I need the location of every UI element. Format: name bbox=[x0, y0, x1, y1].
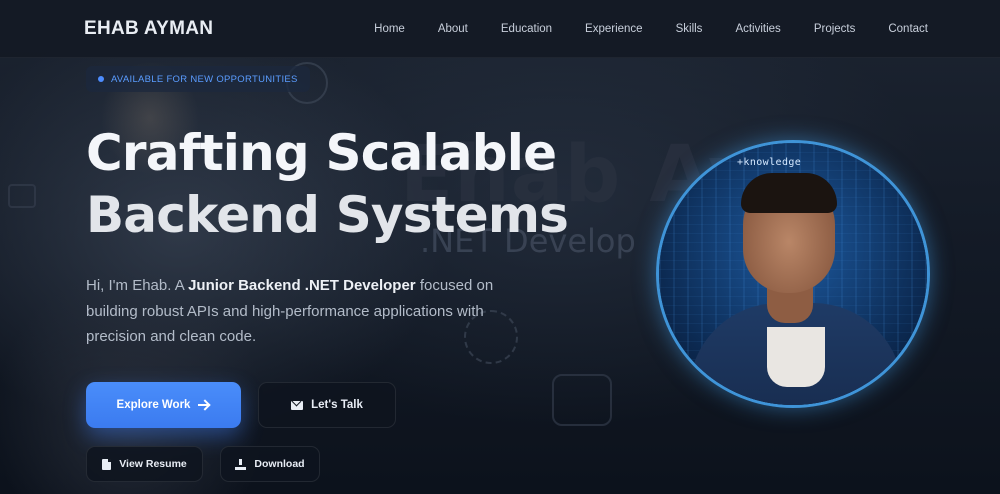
avatar-code-text: +knowledge bbox=[737, 157, 802, 168]
hero-intro-role: Junior Backend .NET Developer bbox=[188, 277, 416, 294]
file-icon bbox=[102, 458, 112, 470]
hero-headline-line1: Crafting Scalable bbox=[86, 124, 557, 182]
download-label: Download bbox=[254, 458, 305, 470]
hero-intro: Hi, I'm Ehab. A Junior Backend .NET Deve… bbox=[86, 273, 506, 350]
explore-work-label: Explore Work bbox=[116, 399, 191, 411]
brand-logo[interactable]: EHAB AYMAN bbox=[84, 18, 213, 40]
explore-work-button[interactable]: Explore Work bbox=[86, 382, 241, 428]
nav-link-contact[interactable]: Contact bbox=[888, 23, 928, 35]
hero-headline: Crafting Scalable Backend Systems bbox=[86, 122, 646, 246]
nav-link-skills[interactable]: Skills bbox=[676, 23, 703, 35]
nav-link-experience[interactable]: Experience bbox=[585, 23, 643, 35]
mail-icon bbox=[291, 400, 304, 410]
nav-link-about[interactable]: About bbox=[438, 23, 468, 35]
profile-avatar: +knowledge bbox=[656, 140, 930, 408]
availability-badge-label: AVAILABLE FOR NEW OPPORTUNITIES bbox=[111, 73, 298, 85]
hero-headline-line2: Backend Systems bbox=[86, 186, 569, 244]
availability-badge: AVAILABLE FOR NEW OPPORTUNITIES bbox=[86, 66, 310, 92]
lets-talk-button[interactable]: Let's Talk bbox=[258, 382, 396, 428]
top-navbar: EHAB AYMAN Home About Education Experien… bbox=[0, 0, 1000, 58]
avatar-shirt bbox=[767, 327, 825, 387]
arrow-right-icon bbox=[198, 400, 210, 410]
view-resume-label: View Resume bbox=[119, 458, 187, 470]
view-resume-button[interactable]: View Resume bbox=[86, 446, 203, 482]
hero-intro-prefix: Hi, I'm Ehab. A bbox=[86, 277, 189, 294]
background-image-icon bbox=[8, 184, 36, 208]
background-mail-icon bbox=[552, 374, 612, 426]
nav-menu: Home About Education Experience Skills A… bbox=[341, 23, 928, 35]
avatar-hair bbox=[741, 173, 837, 213]
nav-link-home[interactable]: Home bbox=[374, 23, 405, 35]
lets-talk-label: Let's Talk bbox=[311, 399, 363, 411]
nav-link-projects[interactable]: Projects bbox=[814, 23, 856, 35]
download-icon bbox=[235, 458, 247, 470]
nav-link-activities[interactable]: Activities bbox=[735, 23, 780, 35]
download-button[interactable]: Download bbox=[220, 446, 320, 482]
status-dot-icon bbox=[98, 76, 104, 82]
nav-link-education[interactable]: Education bbox=[501, 23, 552, 35]
